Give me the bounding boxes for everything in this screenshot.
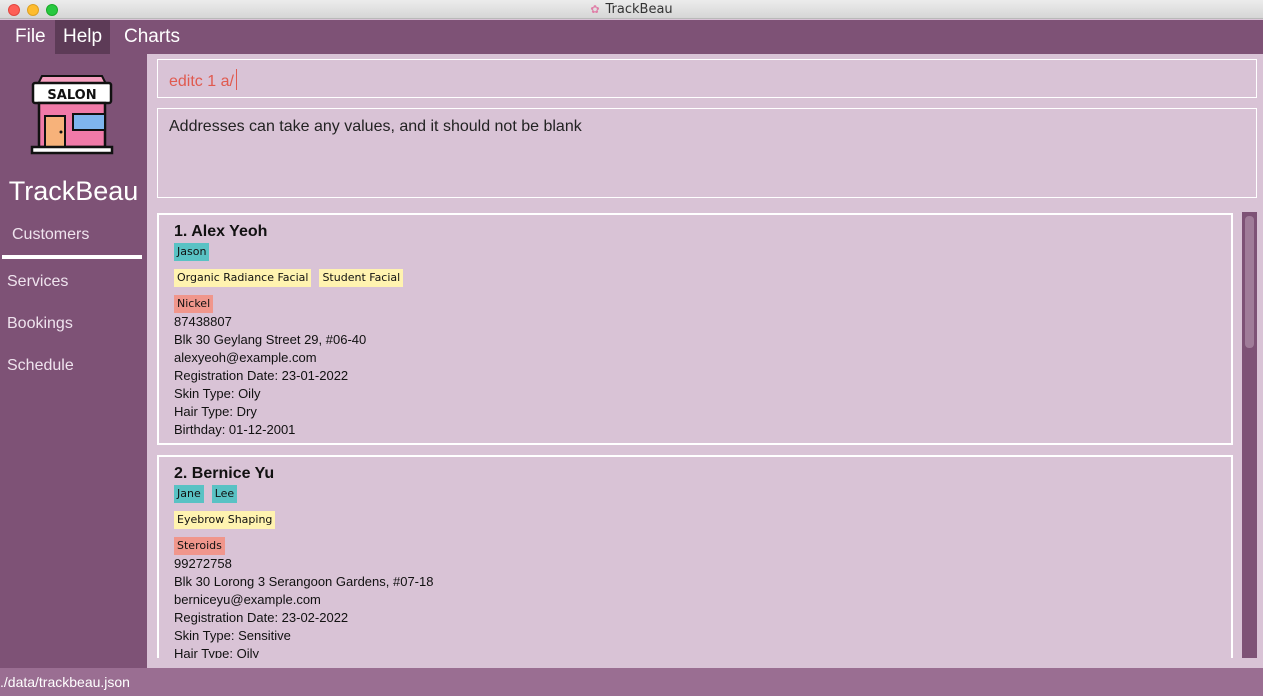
- customer-list[interactable]: 1. Alex Yeoh Jason Organic Radiance Faci…: [157, 212, 1233, 658]
- staff-tags: Jane Lee: [174, 485, 238, 503]
- service-tag: Eyebrow Shaping: [174, 511, 276, 529]
- customer-address: Blk 30 Lorong 3 Serangoon Gardens, #07-1…: [174, 574, 434, 589]
- service-tag: Student Facial: [319, 269, 404, 287]
- window-title: ✿ TrackBeau: [0, 1, 1263, 18]
- sidebar: SALON TrackBeau Customers Services Booki…: [0, 54, 147, 668]
- customer-skin-type: Skin Type: Oily: [174, 386, 261, 401]
- service-tags: Eyebrow Shaping: [174, 511, 276, 529]
- status-bar: ./data/trackbeau.json: [0, 668, 1263, 696]
- app-name: TrackBeau: [8, 176, 139, 206]
- customer-birthday: Birthday: 01-12-2001: [174, 422, 296, 437]
- list-scrollbar[interactable]: [1242, 212, 1257, 658]
- sidebar-item-bookings[interactable]: Bookings: [7, 315, 73, 333]
- staff-tag: Jane: [174, 485, 204, 503]
- customer-card[interactable]: 1. Alex Yeoh Jason Organic Radiance Faci…: [157, 213, 1233, 445]
- command-input[interactable]: editc 1 a/: [157, 59, 1257, 98]
- staff-tag: Jason: [174, 243, 210, 261]
- customer-name: 1. Alex Yeoh: [174, 223, 268, 240]
- customer-skin-type: Skin Type: Sensitive: [174, 628, 291, 643]
- menu-file[interactable]: File: [7, 20, 54, 54]
- customer-hair-type: Hair Type: Oily: [174, 646, 260, 658]
- staff-tag: Lee: [211, 485, 238, 503]
- active-tab-indicator: [2, 255, 142, 259]
- allergy-tag: Steroids: [174, 537, 225, 555]
- service-tags: Organic Radiance Facial Student Facial: [174, 269, 404, 287]
- allergy-tags: Nickel: [174, 295, 214, 313]
- customer-registration-date: Registration Date: 23-01-2022: [174, 368, 349, 383]
- allergy-tag: Nickel: [174, 295, 214, 313]
- window-title-text: TrackBeau: [605, 2, 673, 17]
- customer-name: 2. Bernice Yu: [174, 465, 275, 482]
- command-text: editc 1 a/: [169, 69, 237, 91]
- data-file-path: ./data/trackbeau.json: [0, 674, 130, 690]
- customer-email: alexyeoh@example.com: [174, 350, 317, 365]
- menu-charts[interactable]: Charts: [116, 20, 188, 54]
- customer-registration-date: Registration Date: 23-02-2022: [174, 610, 349, 625]
- scrollbar-thumb[interactable]: [1245, 216, 1254, 348]
- command-value: editc 1 a/: [169, 73, 234, 90]
- customer-email: berniceyu@example.com: [174, 592, 321, 607]
- customer-phone: 99272758: [174, 556, 232, 571]
- logo-text: SALON: [47, 88, 96, 103]
- sidebar-item-customers[interactable]: Customers: [12, 226, 89, 244]
- customer-hair-type: Hair Type: Dry: [174, 404, 257, 419]
- app-icon: ✿: [590, 3, 600, 16]
- service-tag: Organic Radiance Facial: [174, 269, 312, 287]
- salon-logo-icon: SALON: [30, 75, 114, 155]
- customer-card[interactable]: 2. Bernice Yu Jane Lee Eyebrow Shaping S…: [157, 455, 1233, 658]
- result-display: Addresses can take any values, and it sh…: [157, 108, 1257, 198]
- result-message: Addresses can take any values, and it sh…: [169, 118, 582, 135]
- window-title-bar: ✿ TrackBeau: [0, 0, 1263, 19]
- customer-phone: 87438807: [174, 314, 232, 329]
- text-caret: [235, 69, 237, 90]
- allergy-tags: Steroids: [174, 537, 225, 555]
- staff-tags: Jason: [174, 243, 210, 261]
- menu-bar: File Help Charts: [0, 20, 1263, 54]
- sidebar-item-schedule[interactable]: Schedule: [7, 357, 74, 375]
- menu-help[interactable]: Help: [55, 20, 111, 54]
- customer-address: Blk 30 Geylang Street 29, #06-40: [174, 332, 367, 347]
- sidebar-item-services[interactable]: Services: [7, 273, 68, 291]
